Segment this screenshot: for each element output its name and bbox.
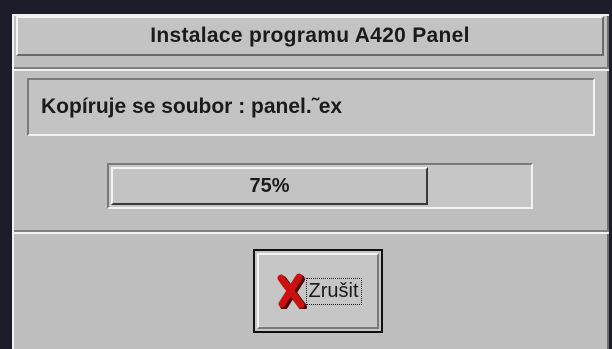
dialog-title-bar: Instalace programu A420 Panel — [16, 16, 604, 56]
installer-dialog: Instalace programu A420 Panel Kopíruje s… — [12, 14, 609, 349]
progress-percent: 75% — [249, 174, 290, 197]
dialog-border — [607, 16, 609, 349]
cancel-button[interactable]: Zrušit — [253, 249, 383, 333]
red-x-icon — [277, 273, 307, 311]
dialog-title: Instalace programu A420 Panel — [150, 24, 470, 47]
divider-bottom-highlight — [14, 232, 609, 234]
progress-bar: 75% — [107, 163, 533, 209]
cancel-button-face: Zrušit — [257, 253, 379, 329]
progress-fill: 75% — [111, 167, 428, 205]
copy-status-panel: Kopíruje se soubor : panel.˜ex — [27, 78, 595, 136]
copy-status-filename: panel.˜ex — [251, 95, 343, 118]
copy-status-label: Kopíruje se soubor : — [41, 95, 252, 118]
divider-top-highlight — [14, 69, 609, 71]
cancel-button-label: Zrušit — [305, 277, 362, 305]
